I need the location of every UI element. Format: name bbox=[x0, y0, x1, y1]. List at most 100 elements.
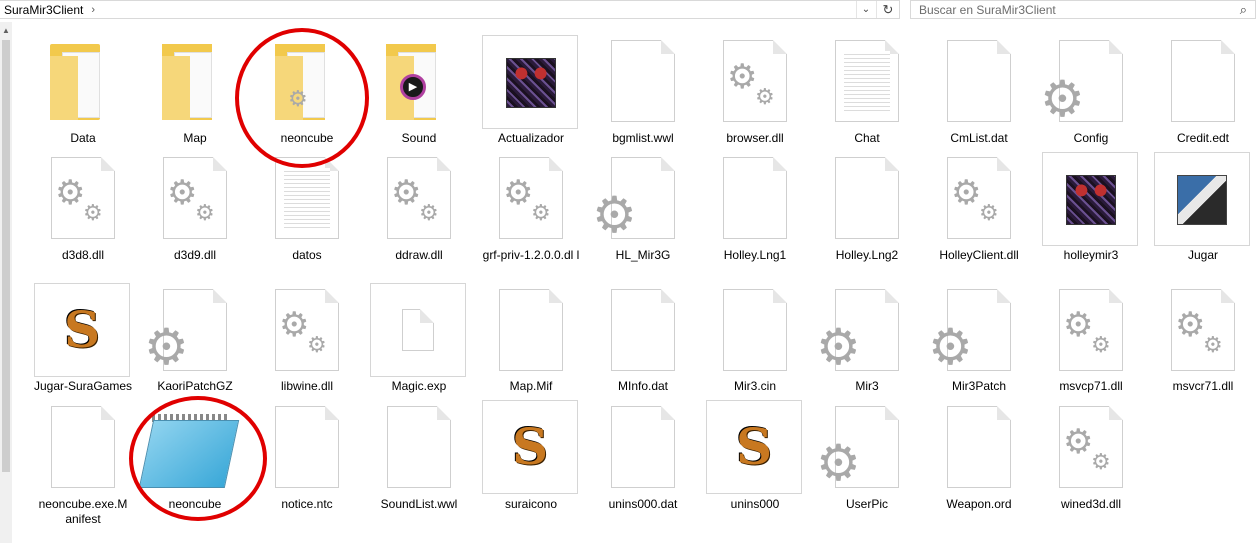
app-icon bbox=[1177, 175, 1227, 225]
file-label: suraicono bbox=[504, 497, 558, 511]
highlight-circle bbox=[129, 396, 267, 521]
file-label: Actualizador bbox=[497, 131, 565, 145]
file-label: Map bbox=[183, 131, 207, 145]
gear-icon: ⚙ bbox=[167, 174, 198, 212]
gear-icon: ⚙ bbox=[55, 174, 86, 212]
document-icon bbox=[835, 157, 899, 239]
snake-logo-icon: S bbox=[64, 300, 101, 359]
file-label: HolleyClient.dll bbox=[939, 248, 1019, 262]
file-label: Credit.edt bbox=[1176, 131, 1230, 145]
gear-icon: ⚙ bbox=[144, 319, 189, 375]
file-label: browser.dll bbox=[726, 131, 784, 145]
address-bar[interactable]: SuraMir3Client › ⌄ ↻ bbox=[0, 0, 900, 19]
file-label: neoncube.exe.M anifest bbox=[38, 497, 128, 526]
file-label: Jugar bbox=[1187, 248, 1219, 262]
file-label: unins000 bbox=[730, 497, 780, 511]
file-label: Weapon.ord bbox=[946, 497, 1012, 511]
folder-front bbox=[162, 56, 190, 120]
file-label: d3d8.dll bbox=[61, 248, 105, 262]
snake-logo-icon: S bbox=[736, 417, 773, 476]
file-label: grf-priv-1.2.0.0.dl l bbox=[482, 248, 580, 262]
gear-icon: ⚙ bbox=[1063, 306, 1094, 344]
document-icon bbox=[1171, 40, 1235, 122]
file-label: Data bbox=[70, 131, 96, 145]
file-label: HL_Mir3G bbox=[615, 248, 671, 262]
file-label: datos bbox=[292, 248, 322, 262]
search-placeholder: Buscar en SuraMir3Client bbox=[919, 2, 1056, 17]
gear-icon: ⚙ bbox=[928, 319, 973, 375]
file-label: Config bbox=[1073, 131, 1109, 145]
file-label: Mir3 bbox=[855, 379, 879, 393]
gear-small-icon: ⚙ bbox=[307, 332, 327, 357]
gear-icon: ⚙ bbox=[592, 187, 637, 243]
file-label: KaoriPatchGZ bbox=[157, 379, 233, 393]
gear-icon: ⚙ bbox=[951, 174, 982, 212]
file-label: Mir3.cin bbox=[733, 379, 776, 393]
snake-logo-icon: S bbox=[512, 417, 549, 476]
text-file-icon bbox=[275, 157, 339, 239]
gear-icon: ⚙ bbox=[816, 435, 861, 491]
folder-front bbox=[50, 56, 78, 120]
file-label: UserPic bbox=[845, 497, 888, 511]
gear-icon: ⚙ bbox=[1175, 306, 1206, 344]
document-icon bbox=[611, 289, 675, 371]
gear-small-icon: ⚙ bbox=[1091, 332, 1111, 357]
document-icon bbox=[275, 406, 339, 488]
file-label: bgmlist.wwl bbox=[612, 131, 674, 145]
document-icon bbox=[611, 40, 675, 122]
gear-icon: ⚙ bbox=[1040, 71, 1085, 127]
gear-small-icon: ⚙ bbox=[419, 200, 439, 225]
file-label: Jugar-SuraGames bbox=[33, 379, 133, 393]
file-label: Sound bbox=[401, 131, 437, 145]
document-icon bbox=[947, 40, 1011, 122]
file-label: ddraw.dll bbox=[395, 248, 443, 262]
file-label: libwine.dll bbox=[280, 379, 334, 393]
file-label: MInfo.dat bbox=[617, 379, 669, 393]
gear-icon: ⚙ bbox=[503, 174, 534, 212]
document-icon bbox=[723, 289, 787, 371]
scroll-up-icon[interactable]: ▲ bbox=[2, 26, 10, 35]
file-label: d3d9.dll bbox=[173, 248, 217, 262]
document-icon bbox=[947, 406, 1011, 488]
document-icon bbox=[723, 157, 787, 239]
text-file-icon bbox=[835, 40, 899, 122]
chevron-down-icon[interactable]: ⌄ bbox=[856, 1, 875, 18]
document-icon bbox=[611, 406, 675, 488]
gear-icon: ⚙ bbox=[391, 174, 422, 212]
gear-icon: ⚙ bbox=[727, 58, 758, 96]
file-label: CmList.dat bbox=[950, 131, 1008, 145]
search-input[interactable]: Buscar en SuraMir3Client ⌕ bbox=[910, 0, 1256, 19]
gear-small-icon: ⚙ bbox=[979, 200, 999, 225]
gear-small-icon: ⚙ bbox=[83, 200, 103, 225]
gear-small-icon: ⚙ bbox=[531, 200, 551, 225]
document-icon bbox=[51, 406, 115, 488]
file-label: Holley.Lng1 bbox=[723, 248, 787, 262]
file-label: Holley.Lng2 bbox=[835, 248, 899, 262]
file-label: wined3d.dll bbox=[1060, 497, 1122, 511]
file-label: SoundList.wwl bbox=[380, 497, 458, 511]
gear-icon: ⚙ bbox=[1063, 423, 1094, 461]
refresh-icon[interactable]: ↻ bbox=[876, 1, 899, 18]
file-label: Mir3Patch bbox=[951, 379, 1007, 393]
breadcrumb-chevron-icon[interactable]: › bbox=[91, 4, 95, 16]
file-label: msvcr71.dll bbox=[1172, 379, 1234, 393]
breadcrumb[interactable]: SuraMir3Client bbox=[0, 3, 83, 17]
document-icon bbox=[387, 406, 451, 488]
highlight-circle bbox=[235, 28, 369, 168]
gear-small-icon: ⚙ bbox=[1091, 449, 1111, 474]
file-label: holleymir3 bbox=[1063, 248, 1119, 262]
file-label: Chat bbox=[854, 131, 880, 145]
vertical-scrollbar[interactable]: ▲ bbox=[0, 22, 12, 543]
gear-icon: ⚙ bbox=[279, 306, 310, 344]
app-icon bbox=[1066, 175, 1116, 225]
blank-file-icon bbox=[402, 309, 434, 351]
file-label: notice.ntc bbox=[281, 497, 333, 511]
gear-small-icon: ⚙ bbox=[755, 84, 775, 109]
gear-icon: ⚙ bbox=[816, 319, 861, 375]
document-icon bbox=[499, 289, 563, 371]
app-icon bbox=[506, 58, 556, 108]
gear-small-icon: ⚙ bbox=[1203, 332, 1223, 357]
scroll-thumb[interactable] bbox=[2, 40, 10, 472]
gear-small-icon: ⚙ bbox=[195, 200, 215, 225]
search-icon[interactable]: ⌕ bbox=[1240, 2, 1247, 18]
